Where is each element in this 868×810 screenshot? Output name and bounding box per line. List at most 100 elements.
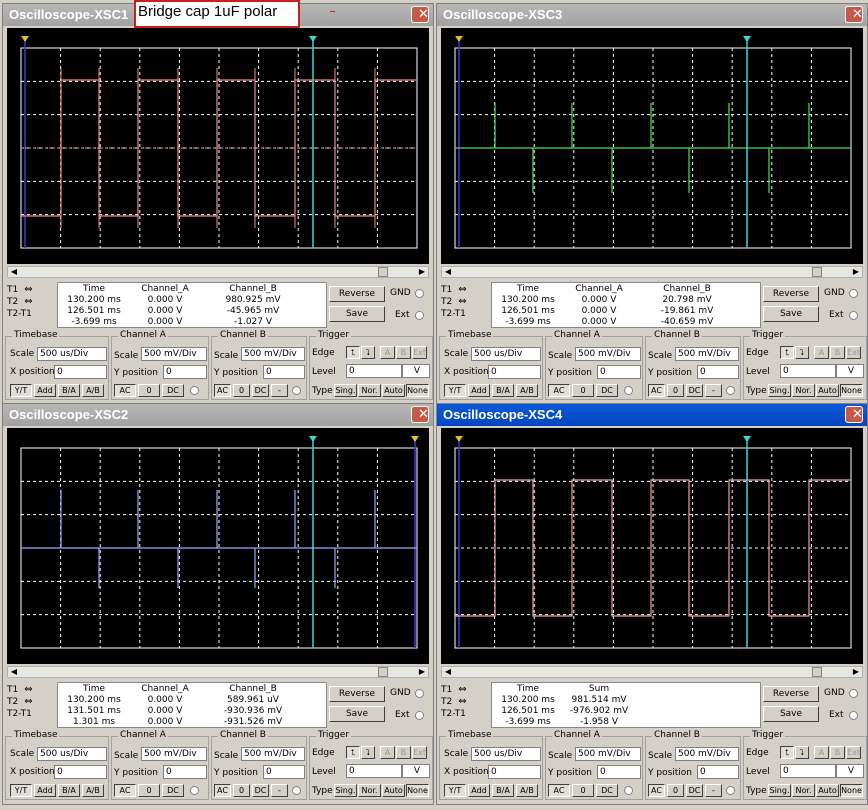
channel-b-scale-input[interactable]: 500 mV/Div bbox=[675, 347, 739, 361]
channel-b-scale-input[interactable]: 500 mV/Div bbox=[241, 747, 305, 761]
channel-a-scale-input[interactable]: 500 mV/Div bbox=[141, 347, 207, 361]
channel-b-coupling-ac[interactable]: AC bbox=[648, 384, 665, 397]
channel-b-ypos-input[interactable]: 0 bbox=[697, 765, 739, 779]
trigger-level-unit[interactable]: V bbox=[836, 364, 864, 378]
channel-a-coupling-0[interactable]: 0 bbox=[138, 384, 160, 397]
channel-b-scale-input[interactable]: 500 mV/Div bbox=[675, 747, 739, 761]
channel-a-coupling-0[interactable]: 0 bbox=[138, 784, 160, 797]
channel-a-ypos-input[interactable]: 0 bbox=[597, 365, 641, 379]
channel-b-coupling-minus[interactable]: - bbox=[705, 784, 722, 797]
ext-radio[interactable] bbox=[849, 711, 858, 720]
scroll-left-arrow[interactable]: ◀ bbox=[8, 667, 20, 677]
scroll-left-arrow[interactable]: ◀ bbox=[442, 667, 454, 677]
triangle-marker-icon[interactable] bbox=[411, 436, 419, 442]
channel-a-radio[interactable] bbox=[624, 786, 633, 795]
close-button[interactable]: ✕ bbox=[411, 406, 429, 423]
horizontal-scrollbar[interactable]: ◀ ▶ bbox=[441, 266, 863, 278]
cursor-move-arrows-icon[interactable]: ⇔ bbox=[24, 696, 32, 707]
timebase-mode-yt[interactable]: Y/T bbox=[444, 384, 466, 397]
save-button[interactable]: Save bbox=[763, 306, 819, 322]
trigger-level-input[interactable]: 0 bbox=[346, 364, 402, 378]
channel-a-ypos-input[interactable]: 0 bbox=[163, 765, 207, 779]
channel-b-coupling-dc[interactable]: DC bbox=[686, 384, 703, 397]
trigger-source-ext[interactable]: Ext bbox=[846, 746, 861, 759]
rising-edge-icon[interactable]: ⮤ bbox=[346, 346, 360, 359]
timebase-mode-add[interactable]: Add bbox=[34, 784, 56, 797]
triangle-marker-icon[interactable] bbox=[21, 36, 29, 42]
channel-a-radio[interactable] bbox=[190, 786, 199, 795]
channel-b-coupling-ac[interactable]: AC bbox=[214, 384, 231, 397]
trigger-type-auto[interactable]: Auto bbox=[816, 384, 839, 397]
trigger-level-unit[interactable]: V bbox=[402, 764, 430, 778]
channel-b-coupling-ac[interactable]: AC bbox=[214, 784, 231, 797]
timebase-mode-yt[interactable]: Y/T bbox=[444, 784, 466, 797]
cursor-move-arrows-icon[interactable]: ⇔ bbox=[24, 284, 32, 295]
channel-b-coupling-0[interactable]: 0 bbox=[233, 384, 250, 397]
reverse-button[interactable]: Reverse bbox=[329, 686, 385, 702]
trigger-level-unit[interactable]: V bbox=[836, 764, 864, 778]
channel-b-coupling-0[interactable]: 0 bbox=[667, 784, 684, 797]
trigger-source-b[interactable]: B bbox=[830, 746, 845, 759]
trigger-level-input[interactable]: 0 bbox=[346, 764, 402, 778]
horizontal-scrollbar[interactable]: ◀ ▶ bbox=[7, 266, 429, 278]
gnd-radio[interactable] bbox=[415, 689, 424, 698]
channel-b-ypos-input[interactable]: 0 bbox=[263, 365, 305, 379]
cursor-move-arrows-icon[interactable]: ⇔ bbox=[458, 684, 466, 695]
channel-a-coupling-ac[interactable]: AC bbox=[548, 384, 570, 397]
reverse-button[interactable]: Reverse bbox=[763, 286, 819, 302]
gnd-radio[interactable] bbox=[849, 689, 858, 698]
timebase-scale-input[interactable]: 500 us/Div bbox=[37, 347, 107, 361]
channel-a-coupling-ac[interactable]: AC bbox=[548, 784, 570, 797]
scroll-left-arrow[interactable]: ◀ bbox=[8, 267, 20, 277]
cursor-move-arrows-icon[interactable]: ⇔ bbox=[24, 296, 32, 307]
channel-b-coupling-dc[interactable]: DC bbox=[252, 784, 269, 797]
timebase-mode-ba[interactable]: B/A bbox=[58, 384, 80, 397]
falling-edge-icon[interactable]: ⮧ bbox=[795, 346, 809, 359]
trigger-type-none[interactable]: None bbox=[406, 784, 429, 797]
ext-radio[interactable] bbox=[415, 311, 424, 320]
channel-b-coupling-minus[interactable]: - bbox=[271, 784, 288, 797]
trigger-type-nor[interactable]: Nor. bbox=[358, 384, 381, 397]
trigger-type-nor[interactable]: Nor. bbox=[792, 784, 815, 797]
channel-a-coupling-dc[interactable]: DC bbox=[596, 784, 618, 797]
channel-a-coupling-0[interactable]: 0 bbox=[572, 384, 594, 397]
close-button[interactable]: ✕ bbox=[845, 6, 863, 23]
trigger-source-b[interactable]: B bbox=[830, 346, 845, 359]
channel-a-coupling-0[interactable]: 0 bbox=[572, 784, 594, 797]
annotation-textbox[interactable]: Bridge cap 1uF polar bbox=[134, 0, 300, 28]
ext-radio[interactable] bbox=[849, 311, 858, 320]
timebase-mode-yt[interactable]: Y/T bbox=[10, 784, 32, 797]
channel-a-coupling-dc[interactable]: DC bbox=[596, 384, 618, 397]
triangle-marker-icon[interactable] bbox=[743, 36, 751, 42]
horizontal-scrollbar[interactable]: ◀ ▶ bbox=[7, 666, 429, 678]
timebase-mode-ab[interactable]: A/B bbox=[82, 384, 104, 397]
timebase-mode-add[interactable]: Add bbox=[468, 784, 490, 797]
timebase-mode-ab[interactable]: A/B bbox=[82, 784, 104, 797]
timebase-scale-input[interactable]: 500 us/Div bbox=[471, 747, 541, 761]
rising-edge-icon[interactable]: ⮤ bbox=[780, 746, 794, 759]
trigger-source-a[interactable]: A bbox=[380, 746, 395, 759]
channel-a-coupling-ac[interactable]: AC bbox=[114, 384, 136, 397]
timebase-mode-ab[interactable]: A/B bbox=[516, 784, 538, 797]
gnd-radio[interactable] bbox=[415, 289, 424, 298]
rising-edge-icon[interactable]: ⮤ bbox=[346, 746, 360, 759]
trigger-source-a[interactable]: A bbox=[380, 346, 395, 359]
trigger-type-sing[interactable]: Sing. bbox=[334, 784, 357, 797]
channel-a-scale-input[interactable]: 500 mV/Div bbox=[575, 347, 641, 361]
x-position-input[interactable]: 0 bbox=[488, 365, 541, 379]
channel-b-radio[interactable] bbox=[726, 786, 735, 795]
timebase-mode-ba[interactable]: B/A bbox=[58, 784, 80, 797]
close-button[interactable]: ✕ bbox=[411, 6, 429, 23]
save-button[interactable]: Save bbox=[329, 706, 385, 722]
x-position-input[interactable]: 0 bbox=[54, 365, 107, 379]
trigger-source-a[interactable]: A bbox=[814, 746, 829, 759]
x-position-input[interactable]: 0 bbox=[488, 765, 541, 779]
timebase-mode-yt[interactable]: Y/T bbox=[10, 384, 32, 397]
channel-b-coupling-ac[interactable]: AC bbox=[648, 784, 665, 797]
trigger-type-nor[interactable]: Nor. bbox=[358, 784, 381, 797]
channel-a-coupling-dc[interactable]: DC bbox=[162, 784, 184, 797]
timebase-mode-ba[interactable]: B/A bbox=[492, 384, 514, 397]
triangle-marker-icon[interactable] bbox=[743, 436, 751, 442]
falling-edge-icon[interactable]: ⮧ bbox=[361, 746, 375, 759]
triangle-marker-icon[interactable] bbox=[309, 36, 317, 42]
